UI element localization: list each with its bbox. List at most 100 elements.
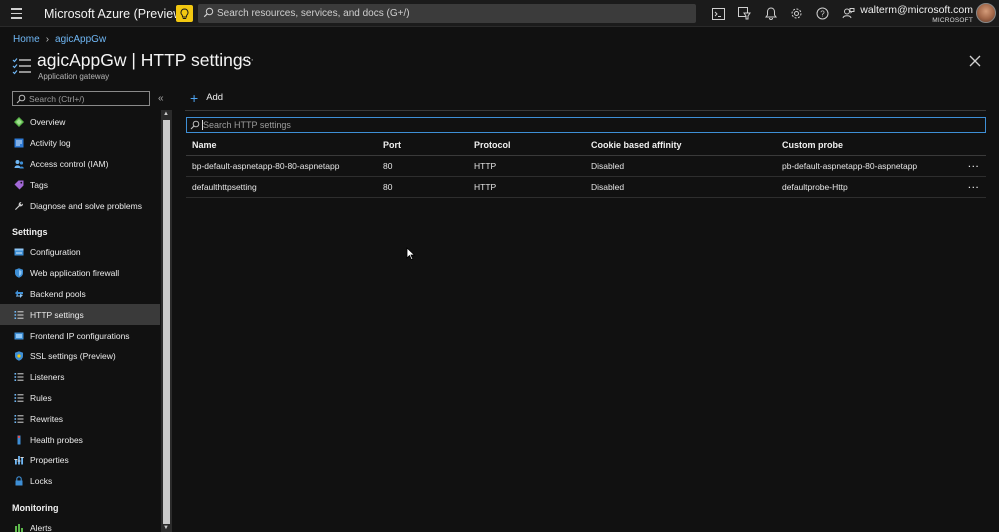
- scrollbar-thumb[interactable]: [163, 120, 170, 524]
- scroll-down-icon[interactable]: ▼: [163, 525, 169, 531]
- sidebar-item-listeners[interactable]: Listeners: [0, 367, 160, 388]
- search-icon: [203, 7, 214, 18]
- cloud-shell-icon[interactable]: [711, 6, 726, 21]
- activity-log-icon: [14, 138, 24, 148]
- shield-icon: [15, 268, 23, 278]
- sidebar-item-label: Properties: [30, 455, 69, 466]
- cell-probe: defaultprobe-Http: [776, 176, 956, 198]
- cell-port: 80: [377, 155, 468, 177]
- cell-probe: pb-default-aspnetapp-80-aspnetapp: [776, 155, 956, 177]
- sidebar-item-label: Web application firewall: [30, 268, 120, 279]
- table-row[interactable]: bp-default-aspnetapp-80-80-aspnetapp 80 …: [186, 155, 986, 177]
- listeners-icon: [14, 373, 24, 382]
- cell-affinity: Disabled: [585, 176, 776, 198]
- sidebar-item-access-control[interactable]: Access control (IAM): [0, 154, 160, 175]
- sidebar-item-ssl-settings[interactable]: SSL settings (Preview): [0, 346, 160, 367]
- sidebar-scrollbar[interactable]: ▲ ▼: [161, 110, 172, 532]
- cell-name[interactable]: defaulthttpsetting: [186, 176, 377, 198]
- sidebar-item-overview[interactable]: Overview: [0, 112, 160, 133]
- sidebar-section-monitoring: Monitoring: [12, 502, 59, 513]
- add-button[interactable]: + Add: [190, 89, 223, 106]
- sidebar-item-rewrites[interactable]: Rewrites: [0, 408, 160, 429]
- user-org: MICROSOFT: [932, 17, 973, 24]
- sidebar-menu: Overview Activity log Access control (IA…: [0, 112, 160, 532]
- breadcrumb-separator-icon: ›: [45, 34, 50, 45]
- sidebar-item-diagnose[interactable]: Diagnose and solve problems: [0, 195, 160, 216]
- sidebar-item-label: Rewrites: [30, 413, 64, 424]
- menu-icon[interactable]: [6, 4, 26, 23]
- sidebar-item-frontend-ip[interactable]: Frontend IP configurations: [0, 325, 160, 346]
- cell-name[interactable]: bp-default-aspnetapp-80-80-aspnetapp: [186, 155, 377, 177]
- http-settings-search-input[interactable]: Search HTTP settings: [186, 117, 986, 133]
- sidebar-item-waf[interactable]: Web application firewall: [0, 263, 160, 284]
- sidebar-item-label: Rules: [30, 392, 52, 403]
- sidebar-item-label: Access control (IAM): [30, 158, 109, 169]
- list-icon: [14, 310, 24, 319]
- search-icon: [190, 120, 200, 130]
- more-options-icon[interactable]: ···: [241, 54, 255, 66]
- sidebar-item-backend-pools[interactable]: Backend pools: [0, 284, 160, 305]
- avatar[interactable]: [976, 3, 996, 23]
- breadcrumb-home[interactable]: Home: [13, 34, 40, 45]
- backend-pool-icon: [15, 289, 23, 298]
- sidebar-item-label: Backend pools: [30, 288, 86, 299]
- close-icon[interactable]: [968, 54, 982, 68]
- page-title: agicAppGw | HTTP settings: [37, 50, 252, 70]
- table-header-row: Name Port Protocol Cookie based affinity…: [186, 135, 986, 156]
- sidebar-item-label: Alerts: [30, 522, 52, 532]
- account-menu[interactable]: walterm@microsoft.com MICROSOFT: [860, 4, 973, 24]
- table-row[interactable]: defaulthttpsetting 80 HTTP Disabled defa…: [186, 176, 986, 198]
- column-header-name[interactable]: Name: [186, 135, 377, 156]
- row-more-icon[interactable]: ···: [956, 176, 986, 198]
- settings-icon[interactable]: [789, 6, 804, 21]
- http-settings-search-placeholder: Search HTTP settings: [203, 120, 291, 130]
- cell-port: 80: [377, 176, 468, 198]
- column-header-protocol[interactable]: Protocol: [468, 135, 585, 156]
- cell-protocol: HTTP: [468, 155, 585, 177]
- configuration-icon: [14, 248, 24, 256]
- rules-icon: [14, 393, 24, 402]
- tag-icon: [14, 180, 24, 190]
- plus-icon: +: [190, 89, 199, 106]
- sidebar-item-rules[interactable]: Rules: [0, 388, 160, 409]
- global-search-input[interactable]: Search resources, services, and docs (G+…: [198, 4, 696, 23]
- sidebar-item-activity-log[interactable]: Activity log: [0, 133, 160, 154]
- row-more-icon[interactable]: ···: [956, 155, 986, 177]
- sidebar-item-label: Overview: [30, 117, 66, 128]
- notifications-icon[interactable]: [763, 6, 778, 21]
- sidebar-item-label: HTTP settings: [30, 309, 84, 320]
- health-probe-icon: [17, 435, 21, 445]
- column-header-affinity[interactable]: Cookie based affinity: [585, 135, 776, 156]
- http-settings-list-icon: [12, 58, 31, 75]
- sidebar-item-properties[interactable]: Properties: [0, 450, 160, 471]
- sidebar-item-configuration[interactable]: Configuration: [0, 242, 160, 263]
- column-header-port[interactable]: Port: [377, 135, 468, 156]
- sidebar-item-tags[interactable]: Tags: [0, 174, 160, 195]
- lock-icon: [15, 476, 23, 486]
- directory-filter-icon[interactable]: [737, 6, 752, 21]
- sidebar-search-input[interactable]: Search (Ctrl+/): [12, 91, 150, 106]
- sidebar-item-label: Listeners: [30, 372, 65, 383]
- frontend-ip-icon: [14, 332, 24, 340]
- iam-icon: [14, 159, 24, 169]
- svg-text:?: ?: [820, 10, 825, 19]
- collapse-sidebar-icon[interactable]: «: [158, 93, 164, 104]
- mouse-pointer-icon: [406, 247, 416, 261]
- scroll-up-icon[interactable]: ▲: [163, 111, 169, 117]
- feedback-icon[interactable]: [841, 6, 856, 21]
- sidebar-item-alerts[interactable]: Alerts: [0, 518, 160, 532]
- column-header-probe[interactable]: Custom probe: [776, 135, 956, 156]
- alerts-icon: [15, 523, 23, 532]
- portal-brand[interactable]: Microsoft Azure (Preview): [44, 7, 186, 21]
- sidebar-item-health-probes[interactable]: Health probes: [0, 429, 160, 450]
- sidebar-item-http-settings[interactable]: HTTP settings: [0, 304, 160, 326]
- wrench-icon: [15, 201, 24, 210]
- sidebar-item-locks[interactable]: Locks: [0, 471, 160, 492]
- cell-affinity: Disabled: [585, 155, 776, 177]
- help-icon[interactable]: ?: [815, 6, 830, 21]
- breadcrumb-resource[interactable]: agicAppGw: [55, 34, 106, 45]
- search-icon: [16, 94, 26, 104]
- rewrites-icon: [14, 414, 24, 423]
- feedback-bulb-icon[interactable]: [176, 5, 193, 22]
- sidebar-search-placeholder: Search (Ctrl+/): [29, 94, 85, 104]
